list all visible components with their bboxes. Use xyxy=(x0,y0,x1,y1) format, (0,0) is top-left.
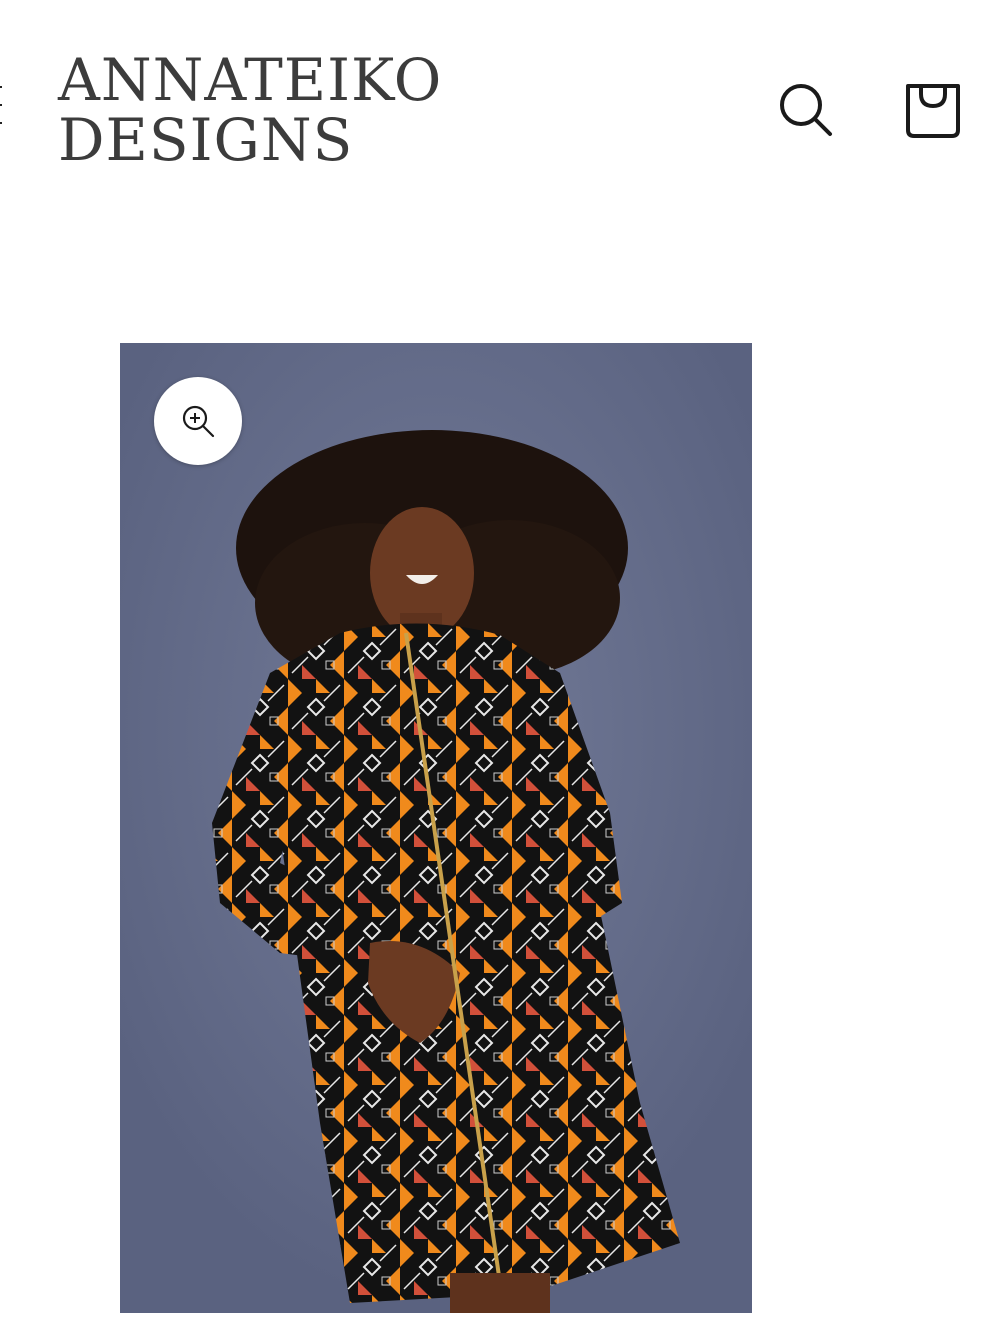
site-logo[interactable]: ANNATEIKO DESIGNS xyxy=(58,50,442,170)
shopping-bag-icon xyxy=(906,84,960,138)
search-button[interactable] xyxy=(772,77,842,147)
zoom-button[interactable] xyxy=(154,377,242,465)
logo-line-1: ANNATEIKO xyxy=(58,46,443,114)
product-image[interactable] xyxy=(120,343,752,1313)
menu-toggle-button[interactable] xyxy=(0,80,4,132)
logo-line-2: DESIGNS xyxy=(58,106,354,174)
zoom-in-icon xyxy=(182,405,215,438)
product-photo xyxy=(120,343,752,1313)
hamburger-icon xyxy=(0,86,2,88)
cart-button[interactable] xyxy=(898,76,968,146)
search-icon xyxy=(780,84,832,136)
